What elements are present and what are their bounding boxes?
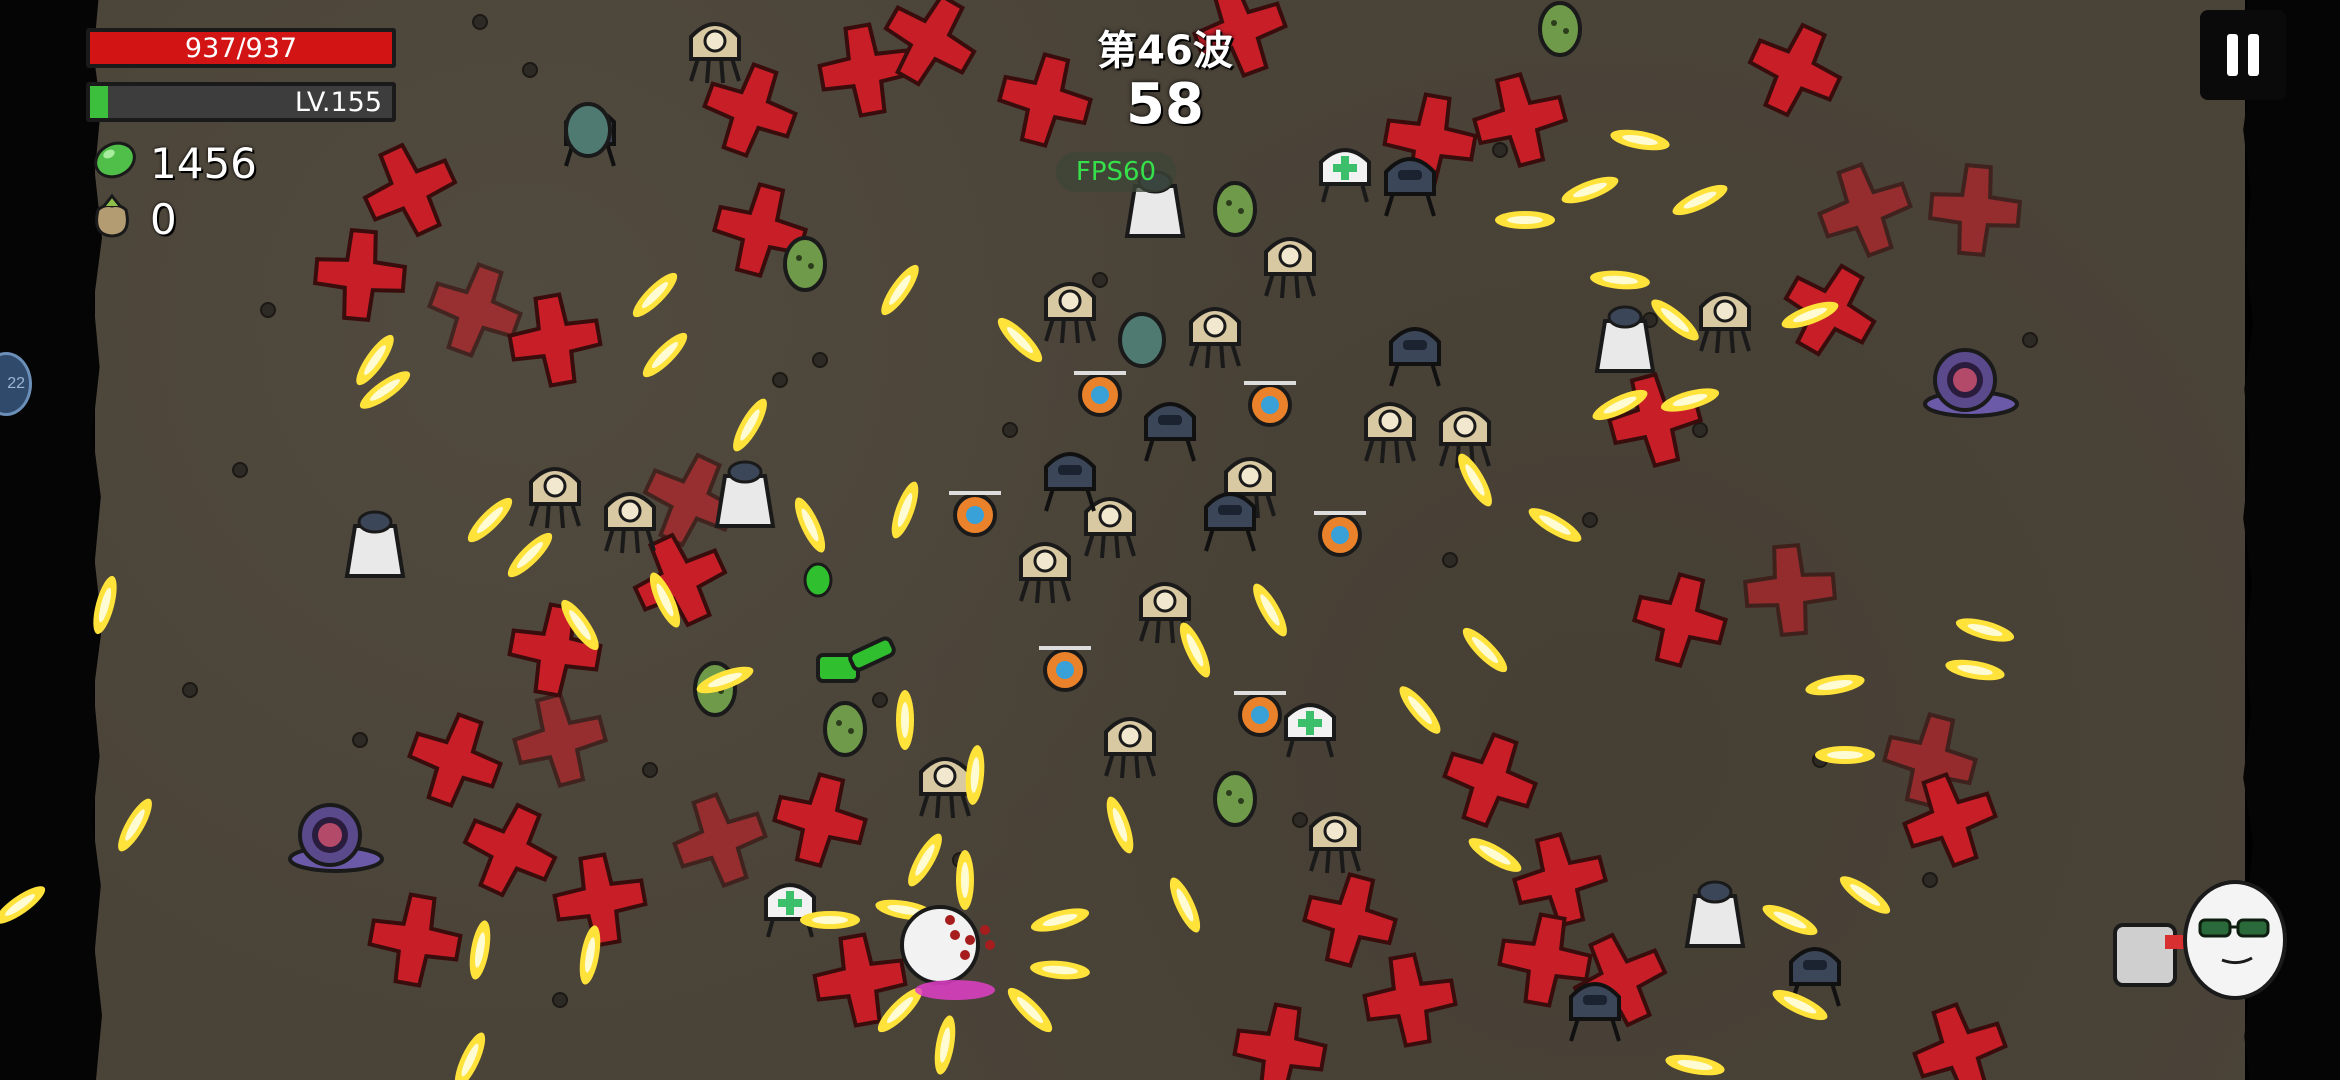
- coin-count: 1456: [150, 138, 257, 188]
- pause-icon-bar: [2248, 34, 2259, 76]
- green-gem-icon: [94, 141, 136, 179]
- wave-countdown: 58: [1126, 72, 1204, 137]
- experience-fill: [90, 86, 109, 118]
- bag-count: 0: [150, 194, 177, 244]
- player-character: [900, 905, 995, 1000]
- bag-counter: 0: [150, 194, 177, 244]
- health-bar: 937/937: [86, 28, 396, 68]
- health-text: 937/937: [184, 32, 298, 64]
- coin-counter: 1456: [150, 138, 257, 188]
- level-text: LV.155: [294, 86, 382, 118]
- loot-bag-icon: [95, 193, 129, 238]
- game-screen: 937/937 LV.155 1456 0 第46波 58 FPS60 22: [0, 0, 2340, 1080]
- pause-icon: [2227, 34, 2238, 76]
- green-turret: [803, 562, 896, 683]
- fps-indicator: FPS60: [1056, 152, 1176, 192]
- experience-bar: LV.155: [86, 82, 396, 122]
- wave-label: 第46波: [1097, 28, 1233, 74]
- companion-egg: [2113, 880, 2287, 1000]
- pause-button[interactable]: [2200, 10, 2286, 100]
